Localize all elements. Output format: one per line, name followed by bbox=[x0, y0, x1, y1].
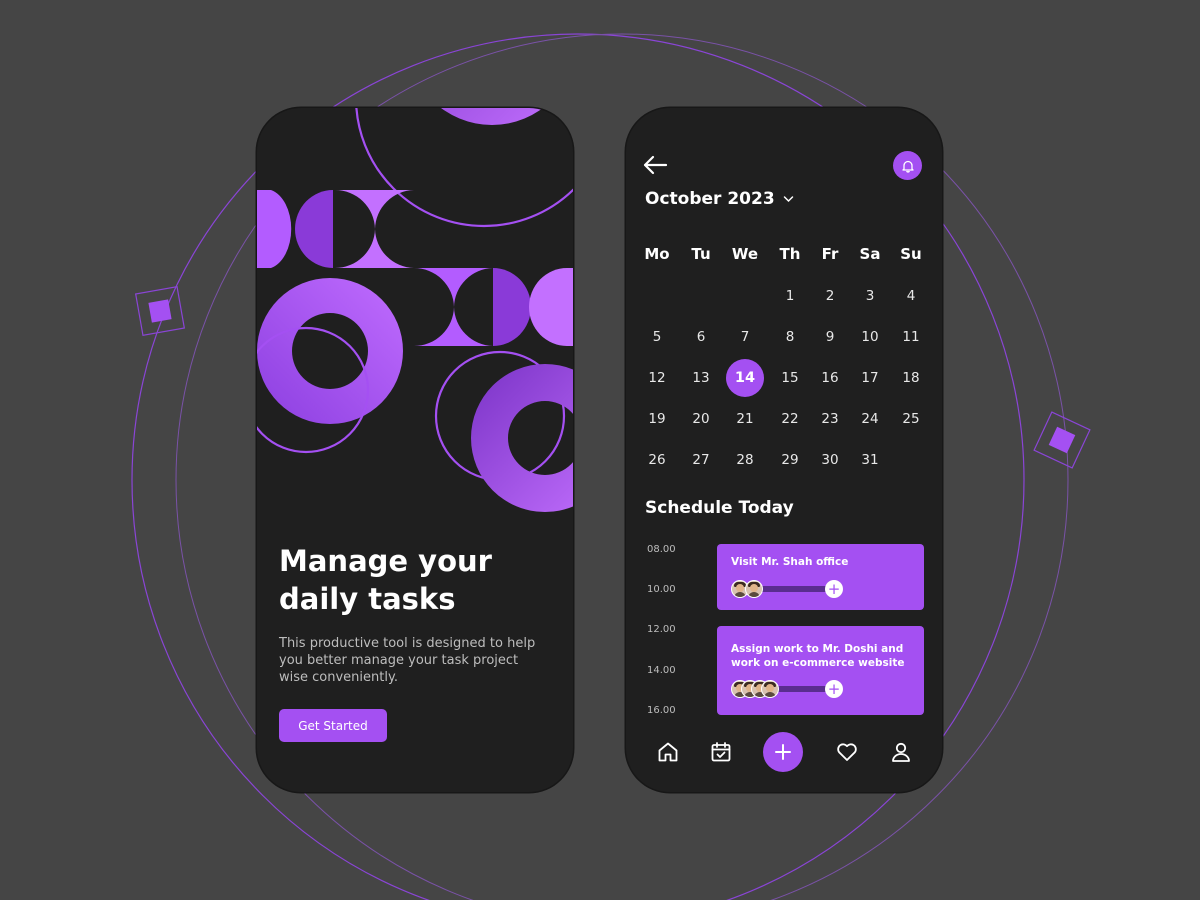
calendar-day[interactable]: 3 bbox=[852, 278, 888, 314]
calendar-day[interactable]: 13 bbox=[683, 360, 719, 396]
onboarding-description: This productive tool is designed to help… bbox=[279, 636, 536, 685]
calendar-day[interactable]: 27 bbox=[683, 442, 719, 478]
calendar-day[interactable]: 6 bbox=[683, 319, 719, 355]
floating-square-right bbox=[1033, 411, 1091, 469]
task-members: + bbox=[731, 680, 851, 698]
plus-icon: + bbox=[827, 679, 841, 698]
task-members: + bbox=[731, 580, 851, 598]
calendar-day[interactable]: 16 bbox=[812, 360, 848, 396]
onboarding-phone: Manage your daily tasks This productive … bbox=[257, 108, 573, 792]
calendar-day[interactable]: 4 bbox=[893, 278, 929, 314]
task-title: Visit Mr. Shah office bbox=[731, 556, 849, 568]
calendar-day[interactable]: 10 bbox=[852, 319, 888, 355]
plus-icon bbox=[775, 744, 791, 760]
calendar-day[interactable]: 21 bbox=[727, 401, 763, 437]
calendar-phone: October 2023 Mo Tu We Th Fr Sa Su 1 2 3 4 5 6 7 8 9 10 1… bbox=[626, 108, 942, 792]
title-line-1: Manage your bbox=[279, 544, 492, 578]
calendar-day[interactable]: 12 bbox=[639, 360, 675, 396]
calendar-day[interactable]: 5 bbox=[639, 319, 675, 355]
calendar-day[interactable]: 30 bbox=[812, 442, 848, 478]
time-label: 16.00 bbox=[647, 705, 676, 716]
calendar-day[interactable]: 31 bbox=[852, 442, 888, 478]
avatar bbox=[745, 580, 763, 598]
calendar-grid: 1 2 3 4 5 6 7 8 9 10 11 12 13 14 15 16 17 18 19 20 21 22 23 24 2… bbox=[636, 108, 936, 508]
calendar-day[interactable]: 2 bbox=[812, 278, 848, 314]
add-task-button[interactable] bbox=[763, 732, 803, 772]
floating-square-left bbox=[134, 285, 186, 337]
task-title: Assign work to Mr. Doshi and work on e-c… bbox=[731, 643, 905, 669]
time-label: 14.00 bbox=[647, 665, 676, 676]
add-member-button[interactable]: + bbox=[825, 580, 843, 598]
calendar-day[interactable]: 26 bbox=[639, 442, 675, 478]
geometric-illustration bbox=[257, 108, 573, 512]
time-label: 12.00 bbox=[647, 624, 676, 635]
calendar-day[interactable]: 20 bbox=[683, 401, 719, 437]
calendar-day[interactable]: 23 bbox=[812, 401, 848, 437]
calendar-check-icon[interactable] bbox=[709, 740, 733, 764]
calendar-day[interactable]: 15 bbox=[772, 360, 808, 396]
calendar-day[interactable]: 25 bbox=[893, 401, 929, 437]
calendar-day[interactable]: 17 bbox=[852, 360, 888, 396]
background-decoration bbox=[131, 33, 1091, 900]
title-line-2: daily tasks bbox=[279, 582, 456, 616]
time-label: 08.00 bbox=[647, 544, 676, 555]
calendar-day[interactable]: 24 bbox=[852, 401, 888, 437]
calendar-day-selected[interactable]: 14 bbox=[726, 359, 764, 397]
calendar-day[interactable]: 1 bbox=[772, 278, 808, 314]
calendar-day[interactable]: 29 bbox=[772, 442, 808, 478]
calendar-day[interactable]: 22 bbox=[772, 401, 808, 437]
avatar bbox=[761, 680, 779, 698]
home-icon[interactable] bbox=[656, 740, 680, 764]
add-member-button[interactable]: + bbox=[825, 680, 843, 698]
time-label: 10.00 bbox=[647, 584, 676, 595]
user-icon[interactable] bbox=[889, 740, 913, 764]
onboarding-title: Manage your daily tasks bbox=[279, 542, 559, 618]
get-started-button[interactable]: Get Started bbox=[279, 709, 387, 742]
calendar-day[interactable]: 9 bbox=[812, 319, 848, 355]
schedule-title: Schedule Today bbox=[645, 498, 794, 518]
heart-icon[interactable] bbox=[835, 740, 859, 764]
calendar-day[interactable]: 18 bbox=[893, 360, 929, 396]
calendar-day[interactable]: 7 bbox=[727, 319, 763, 355]
plus-icon: + bbox=[827, 579, 841, 598]
bottom-navigation bbox=[626, 730, 942, 774]
calendar-day[interactable]: 11 bbox=[893, 319, 929, 355]
calendar-day[interactable]: 8 bbox=[772, 319, 808, 355]
calendar-day[interactable]: 28 bbox=[727, 442, 763, 478]
task-card[interactable]: Assign work to Mr. Doshi and work on e-c… bbox=[717, 626, 924, 715]
calendar-day[interactable]: 19 bbox=[639, 401, 675, 437]
task-card[interactable]: Visit Mr. Shah office + bbox=[717, 544, 924, 610]
